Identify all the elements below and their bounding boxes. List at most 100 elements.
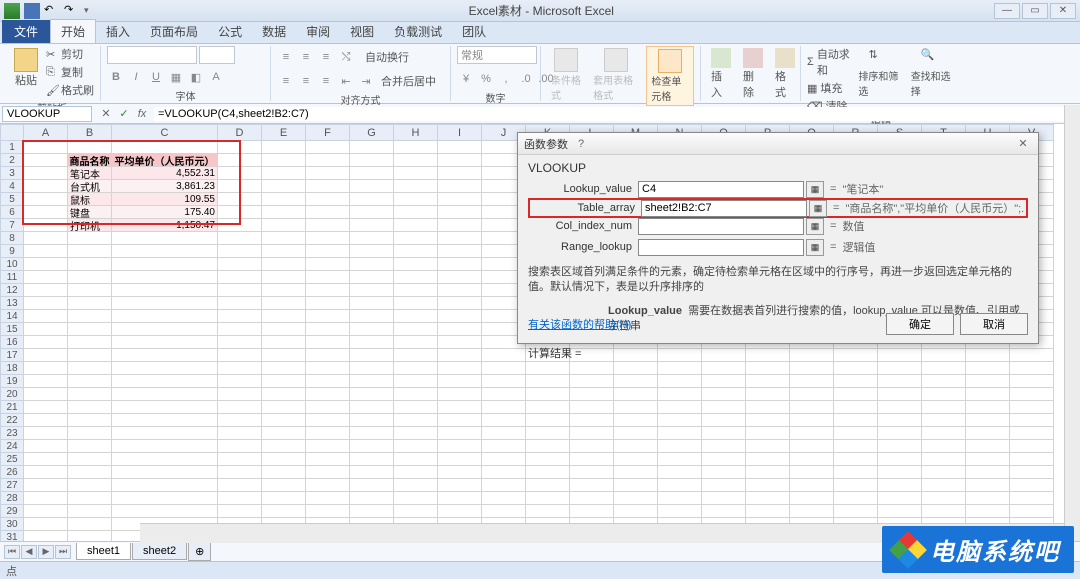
cell[interactable] (394, 427, 438, 440)
cell[interactable] (350, 427, 394, 440)
dialog-help-button[interactable]: ? (572, 136, 590, 152)
cell[interactable] (394, 349, 438, 362)
cell[interactable] (482, 401, 526, 414)
cell[interactable] (24, 219, 68, 232)
row-header-19[interactable]: 19 (0, 375, 24, 388)
cell[interactable] (614, 440, 658, 453)
font-size-select[interactable] (199, 46, 235, 64)
cell[interactable] (112, 310, 218, 323)
cell[interactable] (24, 518, 68, 531)
cell[interactable] (614, 388, 658, 401)
cell[interactable] (394, 219, 438, 232)
cell[interactable] (482, 388, 526, 401)
cell[interactable] (68, 427, 112, 440)
fx-button[interactable]: fx (134, 106, 150, 122)
tab-data[interactable]: 数据 (252, 20, 296, 43)
cell[interactable] (218, 440, 262, 453)
cell[interactable] (218, 505, 262, 518)
cell[interactable] (112, 453, 218, 466)
col-header-H[interactable]: H (394, 124, 438, 141)
cell[interactable] (966, 427, 1010, 440)
cell[interactable] (24, 271, 68, 284)
cell[interactable] (922, 414, 966, 427)
cell[interactable] (262, 336, 306, 349)
row-header-16[interactable]: 16 (0, 336, 24, 349)
cell[interactable] (24, 414, 68, 427)
cell[interactable] (68, 414, 112, 427)
cell[interactable] (746, 427, 790, 440)
cell[interactable] (438, 336, 482, 349)
cell[interactable] (746, 466, 790, 479)
range-ref-button-2[interactable]: ▦ (806, 218, 824, 235)
col-header-E[interactable]: E (262, 124, 306, 141)
cell[interactable] (24, 310, 68, 323)
cell[interactable] (306, 466, 350, 479)
cell[interactable] (438, 154, 482, 167)
cell[interactable] (790, 427, 834, 440)
cell[interactable] (350, 271, 394, 284)
cell[interactable] (350, 362, 394, 375)
cell[interactable] (438, 219, 482, 232)
cell[interactable] (922, 505, 966, 518)
cell[interactable] (218, 414, 262, 427)
cell[interactable] (262, 414, 306, 427)
cell[interactable] (262, 440, 306, 453)
cell[interactable] (834, 375, 878, 388)
cell[interactable] (394, 479, 438, 492)
col-header-G[interactable]: G (350, 124, 394, 141)
cell[interactable] (350, 401, 394, 414)
italic-button[interactable]: I (127, 68, 145, 86)
cell[interactable] (834, 388, 878, 401)
cell[interactable] (966, 453, 1010, 466)
cell[interactable] (394, 284, 438, 297)
cell[interactable] (306, 167, 350, 180)
cell[interactable] (790, 401, 834, 414)
cell[interactable] (878, 375, 922, 388)
row-header-1[interactable]: 1 (0, 141, 24, 154)
cell[interactable] (702, 414, 746, 427)
cell[interactable] (922, 453, 966, 466)
comma-button[interactable]: , (497, 70, 515, 88)
cell[interactable] (112, 297, 218, 310)
cell[interactable] (306, 206, 350, 219)
cancel-button[interactable]: 取消 (960, 313, 1028, 335)
align-bot-button[interactable]: ≡ (317, 48, 335, 66)
cell[interactable] (438, 232, 482, 245)
cell[interactable] (262, 388, 306, 401)
cell[interactable] (262, 193, 306, 206)
cell[interactable] (262, 284, 306, 297)
cell[interactable] (746, 453, 790, 466)
cell[interactable] (262, 323, 306, 336)
format-painter-button[interactable]: 🖌格式刷 (46, 82, 94, 98)
cell[interactable] (746, 440, 790, 453)
cell[interactable] (790, 375, 834, 388)
cell[interactable]: 打印机 (68, 219, 112, 232)
cell[interactable] (570, 388, 614, 401)
cell[interactable] (262, 232, 306, 245)
range-ref-button-3[interactable]: ▦ (806, 239, 824, 256)
indent-inc-button[interactable]: ⇥ (357, 72, 375, 90)
cell[interactable] (306, 154, 350, 167)
cell[interactable] (112, 388, 218, 401)
font-name-select[interactable] (107, 46, 197, 64)
cell[interactable] (790, 414, 834, 427)
cell[interactable] (658, 505, 702, 518)
cell[interactable] (68, 479, 112, 492)
cell[interactable] (24, 193, 68, 206)
row-header-22[interactable]: 22 (0, 414, 24, 427)
cell[interactable] (834, 440, 878, 453)
cell[interactable] (350, 180, 394, 193)
cell[interactable] (746, 505, 790, 518)
cell[interactable] (68, 466, 112, 479)
cell[interactable] (306, 414, 350, 427)
cell[interactable] (438, 141, 482, 154)
cell[interactable] (526, 388, 570, 401)
cell[interactable] (394, 336, 438, 349)
row-header-13[interactable]: 13 (0, 297, 24, 310)
cell[interactable] (350, 310, 394, 323)
name-box-input[interactable] (7, 108, 87, 120)
cell[interactable] (614, 375, 658, 388)
cell[interactable] (438, 479, 482, 492)
row-header-23[interactable]: 23 (0, 427, 24, 440)
cell[interactable] (306, 258, 350, 271)
